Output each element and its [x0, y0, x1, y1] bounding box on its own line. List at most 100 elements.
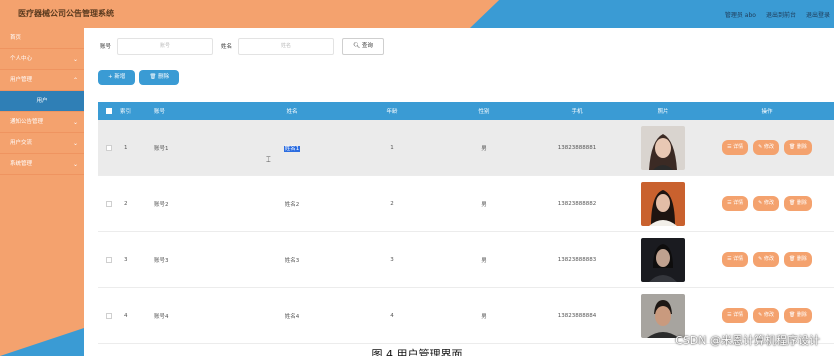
top-header: 医疗器械公司公告管理系统 管理员 abo 退出到前台 退出登录	[0, 0, 834, 28]
edit-button[interactable]: ✎ 修改	[753, 196, 779, 211]
row-checkbox[interactable]	[106, 256, 112, 263]
row-checkbox-cell	[98, 200, 120, 207]
figure-caption: 图 4 用户管理界面	[371, 348, 463, 356]
chevron-down-icon: ⌄	[72, 161, 78, 168]
cell-photo	[626, 237, 700, 282]
add-button[interactable]: + 新增	[98, 70, 136, 85]
trash-icon: 🗑︎	[788, 200, 796, 206]
search-icon: 🔍︎	[353, 42, 361, 49]
cell-account: 账号1	[154, 145, 169, 152]
delete-button[interactable]: 🗑︎ 删除	[783, 308, 812, 323]
delete-button[interactable]: 🗑︎ 删除	[783, 140, 812, 155]
detail-button[interactable]: ☰ 详情	[722, 308, 749, 323]
row-checkbox-cell	[98, 312, 120, 319]
sidebar-item-label: 用户管理	[10, 77, 33, 83]
delete-button-label: 删除	[796, 256, 807, 262]
cell-name: 姓名2	[284, 201, 300, 208]
cell-gender: 男	[481, 257, 487, 264]
sidebar-item-label: 用户	[36, 98, 48, 104]
selected-name-text[interactable]: 姓名1	[283, 145, 301, 152]
edit-icon: ✎	[758, 256, 763, 262]
detail-button-label: 详情	[733, 312, 744, 318]
user-photo[interactable]	[641, 125, 685, 170]
cell-actions: ☰ 详情 ✎ 修改 🗑︎ 删除	[700, 252, 834, 267]
trash-icon: 🗑︎	[788, 256, 796, 262]
cell-name: 姓名3	[284, 257, 300, 264]
trash-icon: 🗑︎	[788, 144, 796, 150]
sidebar-item-user-management[interactable]: 用户管理 ⌃	[0, 70, 84, 91]
user-photo[interactable]	[641, 181, 685, 226]
batch-delete-button[interactable]: 🗑︎ 删除	[139, 70, 180, 85]
header-actions: 操作	[761, 109, 773, 115]
sidebar-item-label: 系统管理	[10, 161, 33, 167]
sidebar-item-system-management[interactable]: 系统管理 ⌄	[0, 154, 84, 175]
chevron-down-icon: ⌄	[72, 140, 78, 147]
action-buttons: + 新增 🗑︎ 删除	[98, 70, 180, 85]
cell-age: 4	[390, 312, 394, 319]
header-name: 姓名	[286, 109, 298, 115]
row-checkbox[interactable]	[106, 144, 112, 151]
user-photo[interactable]	[641, 293, 685, 338]
sidebar: 首页 个人中心 ⌄ 用户管理 ⌃ 用户 通知公告管理 ⌄ 用户交流 ⌄ 系统管理…	[0, 28, 84, 356]
sidebar-item-label: 首页	[10, 35, 22, 41]
main-content: 账号 账号 姓名 姓名 🔍︎ 查询 + 新增 🗑︎ 删除 索引 账号 姓名 年龄…	[84, 28, 834, 356]
row-checkbox-cell	[98, 144, 120, 151]
table-row: 3 账号3 姓名3 3 男 13823888883 ☰ 详情 ✎ 修改 🗑︎ 删…	[98, 232, 834, 288]
name-search-input[interactable]: 姓名	[238, 37, 335, 55]
logout-link[interactable]: 退出登录	[806, 10, 830, 19]
trash-icon: 🗑︎	[788, 312, 796, 318]
delete-button[interactable]: 🗑︎ 删除	[783, 252, 812, 267]
admin-user-link[interactable]: 管理员 abo	[725, 10, 756, 19]
cell-phone: 13823888882	[557, 200, 597, 207]
user-photo[interactable]	[641, 237, 685, 282]
account-search-input[interactable]: 账号	[117, 37, 214, 55]
sidebar-item-notice-management[interactable]: 通知公告管理 ⌄	[0, 112, 84, 133]
sidebar-item-label: 用户交流	[10, 140, 33, 146]
text-cursor-icon: ⌶	[266, 155, 271, 164]
table-header: 索引 账号 姓名 年龄 性别 手机 照片 操作	[98, 102, 834, 120]
detail-icon: ☰	[727, 200, 732, 206]
cell-account: 账号3	[154, 257, 169, 264]
header-gender: 性别	[478, 109, 490, 115]
edit-button[interactable]: ✎ 修改	[753, 308, 779, 323]
edit-icon: ✎	[758, 144, 763, 150]
cell-name: 姓名4	[284, 313, 300, 320]
table-row: 2 账号2 姓名2 2 男 13823888882 ☰ 详情 ✎ 修改 🗑︎ 删…	[98, 176, 834, 232]
delete-button-label: 删除	[796, 312, 807, 318]
account-label: 账号	[100, 44, 112, 50]
cell-name: 姓名1	[240, 144, 344, 152]
sidebar-item-label: 个人中心	[10, 56, 33, 62]
cell-photo	[626, 293, 700, 338]
detail-button-label: 详情	[733, 200, 744, 206]
query-button-label: 查询	[361, 42, 373, 49]
row-checkbox[interactable]	[106, 312, 112, 319]
cell-photo	[626, 125, 700, 170]
row-checkbox[interactable]	[106, 200, 112, 207]
sidebar-item-user-exchange[interactable]: 用户交流 ⌄	[0, 133, 84, 154]
sidebar-item-home[interactable]: 首页	[0, 28, 84, 49]
delete-button[interactable]: 🗑︎ 删除	[783, 196, 812, 211]
detail-button-label: 详情	[733, 144, 744, 150]
detail-button[interactable]: ☰ 详情	[722, 196, 749, 211]
row-checkbox-cell	[98, 256, 120, 263]
cell-index: 3	[124, 256, 128, 263]
cell-account: 账号2	[154, 201, 169, 208]
edit-button[interactable]: ✎ 修改	[753, 252, 779, 267]
back-to-front-link[interactable]: 退出到前台	[766, 10, 796, 19]
chevron-down-icon: ⌄	[72, 56, 78, 63]
edit-button[interactable]: ✎ 修改	[753, 140, 779, 155]
select-all-checkbox[interactable]	[106, 108, 112, 114]
sidebar-item-users[interactable]: 用户	[0, 91, 84, 112]
detail-button[interactable]: ☰ 详情	[722, 252, 749, 267]
delete-button-label: 删除	[796, 200, 807, 206]
edit-button-label: 修改	[763, 144, 774, 150]
trash-icon: 🗑︎	[149, 74, 157, 80]
header-links: 管理员 abo 退出到前台 退出登录	[725, 10, 830, 19]
query-button[interactable]: 🔍︎ 查询	[342, 37, 385, 55]
edit-button-label: 修改	[763, 256, 774, 262]
sidebar-item-personal-center[interactable]: 个人中心 ⌄	[0, 49, 84, 70]
detail-button-label: 详情	[733, 256, 744, 262]
detail-icon: ☰	[727, 312, 732, 318]
detail-button[interactable]: ☰ 详情	[722, 140, 749, 155]
table-row: 1 账号1 姓名1 1 男 13823888881 ☰ 详情 ✎ 修改 🗑︎ 删…	[98, 120, 834, 176]
